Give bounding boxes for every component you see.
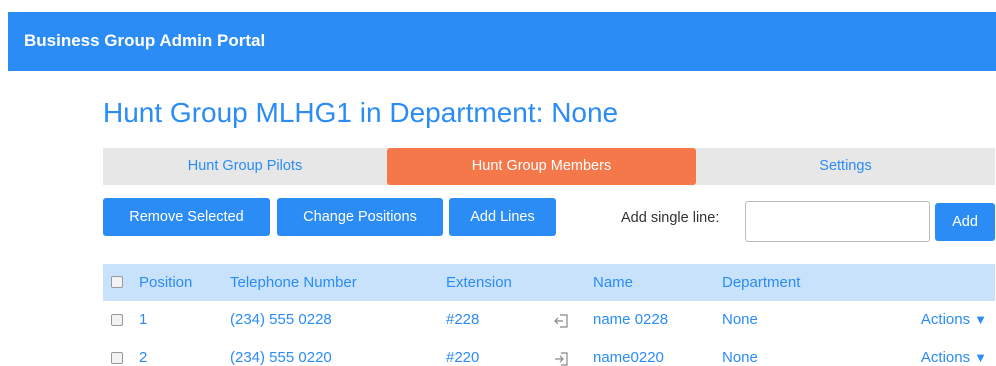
actions-dropdown[interactable]: Actions ▼ [907,339,987,366]
column-header-extension[interactable]: Extension [446,264,512,301]
position-cell[interactable]: 2 [139,339,147,366]
telephone-cell[interactable]: (234) 555 0220 [230,339,332,366]
row-checkbox[interactable] [111,314,123,326]
name-cell[interactable]: name0220 [593,339,664,366]
department-cell[interactable]: None [722,301,758,339]
caret-down-icon: ▼ [974,350,987,365]
add-single-line-label: Add single line: [621,210,720,226]
change-positions-button[interactable]: Change Positions [277,198,443,236]
add-lines-button[interactable]: Add Lines [449,198,556,236]
select-all-checkbox[interactable] [111,276,123,288]
app-title: Business Group Admin Portal [24,31,266,50]
add-single-line-input[interactable] [745,201,930,242]
table-row: 1 (234) 555 0228 #228 name 0228 None Act… [103,301,995,339]
table-row: 2 (234) 555 0220 #220 name0220 None Acti… [103,339,995,366]
column-header-department[interactable]: Department [722,264,800,301]
name-cell[interactable]: name 0228 [593,301,668,339]
tab-hunt-group-pilots[interactable]: Hunt Group Pilots [103,148,387,185]
column-header-telephone[interactable]: Telephone Number [230,264,357,301]
sign-in-icon [553,339,569,366]
column-header-position[interactable]: Position [139,264,192,301]
actions-dropdown[interactable]: Actions ▼ [907,301,987,339]
row-checkbox[interactable] [111,352,123,364]
caret-down-icon: ▼ [974,312,987,327]
tab-hunt-group-members[interactable]: Hunt Group Members [387,148,696,185]
telephone-cell[interactable]: (234) 555 0228 [230,301,332,339]
extension-cell[interactable]: #220 [446,339,479,366]
page-title: Hunt Group MLHG1 in Department: None [103,97,619,128]
top-bar: Business Group Admin Portal [8,12,996,71]
actions-label: Actions [920,349,971,366]
extension-cell[interactable]: #228 [446,301,479,339]
actions-label: Actions [920,311,971,328]
sign-out-icon [553,301,569,339]
remove-selected-button[interactable]: Remove Selected [103,198,270,236]
add-button[interactable]: Add [935,203,995,241]
tab-bar: Hunt Group Pilots Hunt Group Members Set… [103,148,995,185]
department-cell[interactable]: None [722,339,758,366]
position-cell[interactable]: 1 [139,301,147,339]
tab-settings[interactable]: Settings [696,148,995,185]
column-header-name[interactable]: Name [593,264,633,301]
table-header: Position Telephone Number Extension Name… [103,264,995,301]
